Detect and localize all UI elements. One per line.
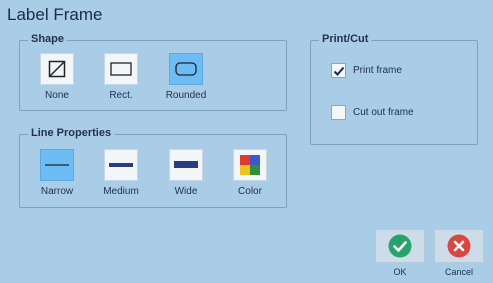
line-properties-group-label: Line Properties [28,127,115,139]
medium-line-icon [109,163,133,167]
shape-group-label: Shape [28,33,68,45]
ok-button-tile[interactable] [375,229,425,263]
shape-option-rounded[interactable]: Rounded [158,53,214,101]
cut-out-frame-label: Cut out frame [353,107,414,118]
print-frame-label: Print frame [353,65,402,76]
rounded-frame-icon [175,62,197,76]
print-frame-option[interactable]: Print frame [331,63,402,78]
line-narrow-tile[interactable] [40,149,74,181]
line-color-tile[interactable] [233,149,267,181]
line-narrow-label: Narrow [40,186,74,197]
shape-rect-label: Rect. [109,90,133,101]
line-option-wide[interactable]: Wide [158,149,214,197]
line-medium-label: Medium [103,186,139,197]
shape-none-label: None [45,90,69,101]
wide-line-icon [174,161,198,168]
line-option-color[interactable]: Color [222,149,278,197]
shape-rounded-label: Rounded [165,90,207,101]
dialog-title: Label Frame [7,5,103,24]
no-frame-icon [48,60,66,78]
cancel-label: Cancel [444,267,473,277]
print-frame-checkbox[interactable] [331,63,346,78]
shape-group: Shape None Rect. Rounded [19,33,287,111]
line-option-narrow[interactable]: Narrow [29,149,85,197]
line-wide-label: Wide [174,186,198,197]
line-wide-tile[interactable] [169,149,203,181]
ok-button[interactable]: OK [375,229,425,277]
shape-rect-tile[interactable] [104,53,138,85]
color-palette-icon [240,155,260,175]
cancel-button[interactable]: Cancel [434,229,484,277]
narrow-line-icon [45,164,69,166]
line-medium-tile[interactable] [104,149,138,181]
ok-check-icon [388,234,412,258]
line-color-label: Color [238,186,262,197]
shape-none-tile[interactable] [40,53,74,85]
cancel-button-tile[interactable] [434,229,484,263]
print-cut-group: Print/Cut Print frame Cut out frame [310,33,478,145]
shape-option-rect[interactable]: Rect. [93,53,149,101]
ok-label: OK [393,267,407,277]
print-cut-group-label: Print/Cut [319,33,372,45]
cut-out-frame-option[interactable]: Cut out frame [331,105,414,120]
line-option-medium[interactable]: Medium [93,149,149,197]
cut-out-frame-checkbox[interactable] [331,105,346,120]
line-properties-group: Line Properties Narrow Medium Wide Color [19,127,287,208]
cancel-x-icon [447,234,471,258]
shape-rounded-tile[interactable] [169,53,203,85]
rectangle-frame-icon [110,62,132,76]
shape-option-none[interactable]: None [29,53,85,101]
checkmark-icon [333,66,344,76]
